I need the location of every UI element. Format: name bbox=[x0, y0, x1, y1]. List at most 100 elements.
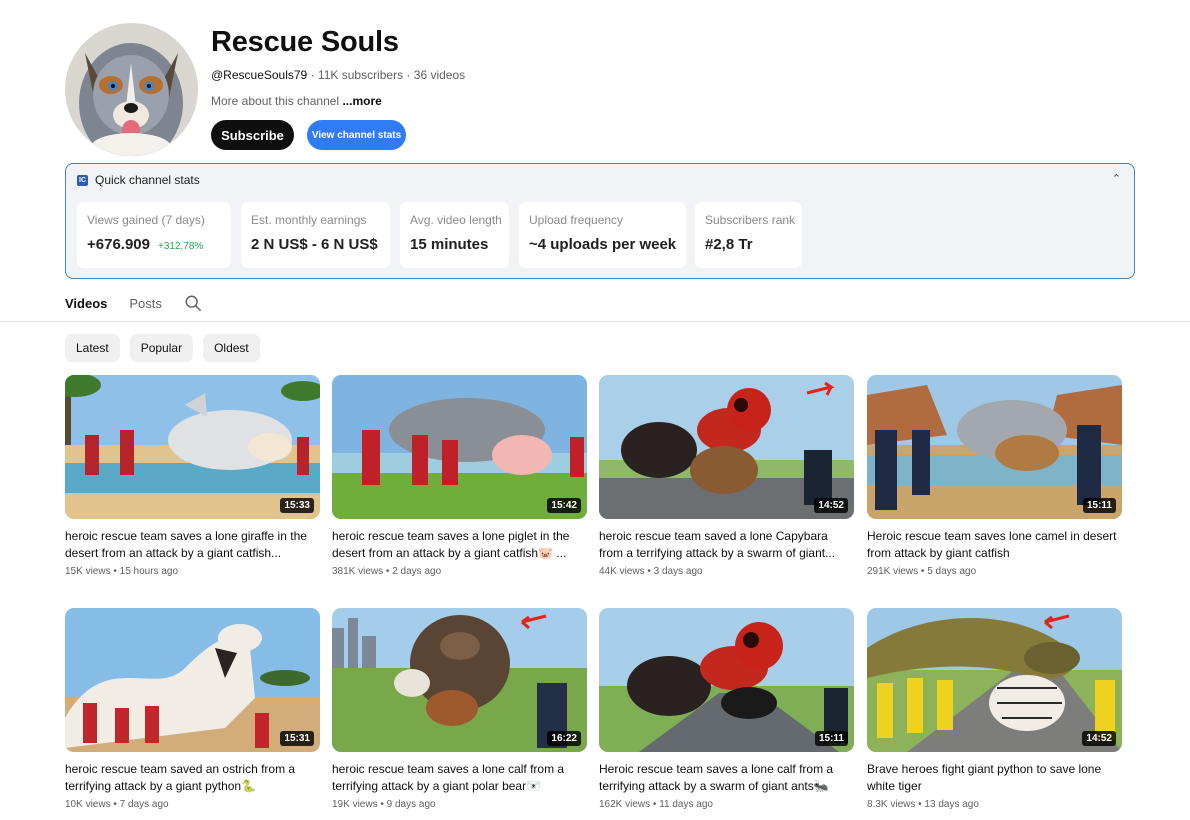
channel-handle[interactable]: @RescueSouls79 bbox=[211, 68, 307, 82]
video-title[interactable]: Brave heroes fight giant python to save … bbox=[867, 761, 1122, 795]
about-text: More about this channel bbox=[211, 94, 340, 108]
video-title[interactable]: Heroic rescue team saves lone camel in d… bbox=[867, 528, 1122, 562]
quick-stats-panel: IC Quick channel stats ⌃ Views gained (7… bbox=[65, 163, 1135, 279]
video-count: 36 videos bbox=[413, 68, 466, 82]
upload-age: 3 days ago bbox=[653, 566, 703, 577]
view-count: 381K views bbox=[332, 566, 384, 577]
view-count: 10K views bbox=[65, 799, 111, 810]
tab-videos[interactable]: Videos bbox=[65, 296, 107, 311]
video-meta: 291K views • 5 days ago bbox=[867, 566, 977, 577]
chip-latest[interactable]: Latest bbox=[65, 334, 120, 362]
views-delta: +312,78% bbox=[157, 241, 204, 252]
video-card[interactable]: 15:42 heroic rescue team saves a lone pi… bbox=[332, 375, 587, 577]
upload-age: 15 hours ago bbox=[119, 566, 179, 577]
video-meta: 8.3K views • 13 days ago bbox=[867, 799, 979, 810]
video-duration: 14:52 bbox=[1082, 731, 1116, 746]
subscriber-count: 11K subscribers bbox=[317, 68, 404, 82]
video-card[interactable]: 15:11 Heroic rescue team saves a lone ca… bbox=[599, 608, 854, 810]
video-title[interactable]: heroic rescue team saved a lone Capybara… bbox=[599, 528, 854, 562]
dog-avatar-image bbox=[65, 23, 198, 156]
collapse-chevron-icon[interactable]: ⌃ bbox=[1112, 172, 1121, 185]
video-card[interactable]: 15:31 heroic rescue team saved an ostric… bbox=[65, 608, 320, 810]
video-thumbnail[interactable]: 15:31 bbox=[65, 608, 320, 752]
stat-label: Est. monthly earnings bbox=[251, 213, 367, 227]
upload-age: 13 days ago bbox=[924, 799, 979, 810]
video-title[interactable]: heroic rescue team saved an ostrich from… bbox=[65, 761, 320, 795]
view-count: 44K views bbox=[599, 566, 645, 577]
video-card[interactable]: 14:52 Brave heroes fight giant python to… bbox=[867, 608, 1122, 810]
video-thumbnail[interactable]: 14:52 bbox=[867, 608, 1122, 752]
meta-separator: · bbox=[406, 68, 414, 82]
more-link[interactable]: ...more bbox=[342, 94, 381, 108]
stat-value: ~4 uploads per week bbox=[529, 236, 677, 253]
video-thumbnail[interactable]: 15:11 bbox=[599, 608, 854, 752]
quick-stats-header: IC Quick channel stats bbox=[77, 173, 200, 187]
video-meta: 10K views • 7 days ago bbox=[65, 799, 169, 810]
stat-value: +676.909 +312,78% bbox=[87, 236, 203, 253]
channel-tabs: Videos Posts bbox=[65, 291, 202, 315]
views-gained-value: +676.909 bbox=[87, 236, 150, 253]
tab-posts[interactable]: Posts bbox=[129, 296, 162, 311]
video-title[interactable]: Heroic rescue team saves a lone calf fro… bbox=[599, 761, 854, 795]
video-meta: 162K views • 11 days ago bbox=[599, 799, 713, 810]
stat-card-length: Avg. video length 15 minutes bbox=[400, 202, 509, 268]
sort-chips: Latest Popular Oldest bbox=[65, 334, 260, 362]
stat-card-rank: Subscribers rank #2,8 Tr bbox=[695, 202, 802, 268]
search-icon[interactable] bbox=[184, 294, 202, 312]
video-duration: 15:11 bbox=[814, 731, 848, 746]
tabs-divider bbox=[0, 321, 1190, 322]
video-title[interactable]: heroic rescue team saves a lone calf fro… bbox=[332, 761, 587, 795]
channel-name: Rescue Souls bbox=[211, 26, 399, 58]
video-thumbnail[interactable]: 15:42 bbox=[332, 375, 587, 519]
video-card[interactable]: 14:52 heroic rescue team saved a lone Ca… bbox=[599, 375, 854, 577]
video-thumbnail[interactable]: 16:22 bbox=[332, 608, 587, 752]
channel-about[interactable]: More about this channel ...more bbox=[211, 94, 382, 108]
upload-age: 2 days ago bbox=[392, 566, 442, 577]
video-card[interactable]: 15:11 Heroic rescue team saves lone came… bbox=[867, 375, 1122, 577]
stat-label: Avg. video length bbox=[410, 213, 502, 227]
stat-value: 2 N US$ - 6 N US$ bbox=[251, 236, 378, 253]
video-thumbnail[interactable]: 15:11 bbox=[867, 375, 1122, 519]
video-meta: 44K views • 3 days ago bbox=[599, 566, 703, 577]
upload-age: 7 days ago bbox=[119, 799, 169, 810]
view-count: 162K views bbox=[599, 799, 651, 810]
video-meta: 15K views • 15 hours ago bbox=[65, 566, 179, 577]
video-duration: 15:31 bbox=[280, 731, 314, 746]
video-thumbnail[interactable]: 15:33 bbox=[65, 375, 320, 519]
subscribe-button[interactable]: Subscribe bbox=[211, 120, 294, 150]
stats-extension-icon: IC bbox=[77, 174, 88, 186]
meta-separator: · bbox=[310, 68, 318, 82]
channel-meta: @RescueSouls79 · 11K subscribers · 36 vi… bbox=[211, 68, 465, 82]
channel-avatar[interactable] bbox=[65, 23, 198, 156]
video-title[interactable]: heroic rescue team saves a lone giraffe … bbox=[65, 528, 320, 562]
video-duration: 16:22 bbox=[547, 731, 581, 746]
stat-card-frequency: Upload frequency ~4 uploads per week bbox=[519, 202, 686, 268]
video-card[interactable]: 15:33 heroic rescue team saves a lone gi… bbox=[65, 375, 320, 577]
video-meta: 19K views • 9 days ago bbox=[332, 799, 436, 810]
video-thumbnail[interactable]: 14:52 bbox=[599, 375, 854, 519]
video-duration: 14:52 bbox=[814, 498, 848, 513]
upload-age: 5 days ago bbox=[927, 566, 977, 577]
view-channel-stats-button[interactable]: View channel stats bbox=[307, 120, 406, 150]
chip-oldest[interactable]: Oldest bbox=[203, 334, 260, 362]
video-meta: 381K views • 2 days ago bbox=[332, 566, 442, 577]
view-count: 19K views bbox=[332, 799, 378, 810]
stat-label: Upload frequency bbox=[529, 213, 624, 227]
upload-age: 11 days ago bbox=[659, 799, 713, 810]
stat-value: #2,8 Tr bbox=[705, 236, 753, 253]
upload-age: 9 days ago bbox=[386, 799, 436, 810]
stat-value: 15 minutes bbox=[410, 236, 489, 253]
video-duration: 15:42 bbox=[547, 498, 581, 513]
stat-label: Subscribers rank bbox=[705, 213, 796, 227]
video-duration: 15:11 bbox=[1082, 498, 1116, 513]
stat-card-views: Views gained (7 days) +676.909 +312,78% bbox=[77, 202, 231, 268]
video-duration: 15:33 bbox=[280, 498, 314, 513]
view-count: 291K views bbox=[867, 566, 919, 577]
video-card[interactable]: 16:22 heroic rescue team saves a lone ca… bbox=[332, 608, 587, 810]
stat-label: Views gained (7 days) bbox=[87, 213, 205, 227]
quick-stats-title: Quick channel stats bbox=[95, 173, 200, 187]
stat-card-earnings: Est. monthly earnings 2 N US$ - 6 N US$ bbox=[241, 202, 390, 268]
view-count: 8.3K views bbox=[867, 799, 916, 810]
chip-popular[interactable]: Popular bbox=[129, 334, 194, 362]
video-title[interactable]: heroic rescue team saves a lone piglet i… bbox=[332, 528, 587, 562]
